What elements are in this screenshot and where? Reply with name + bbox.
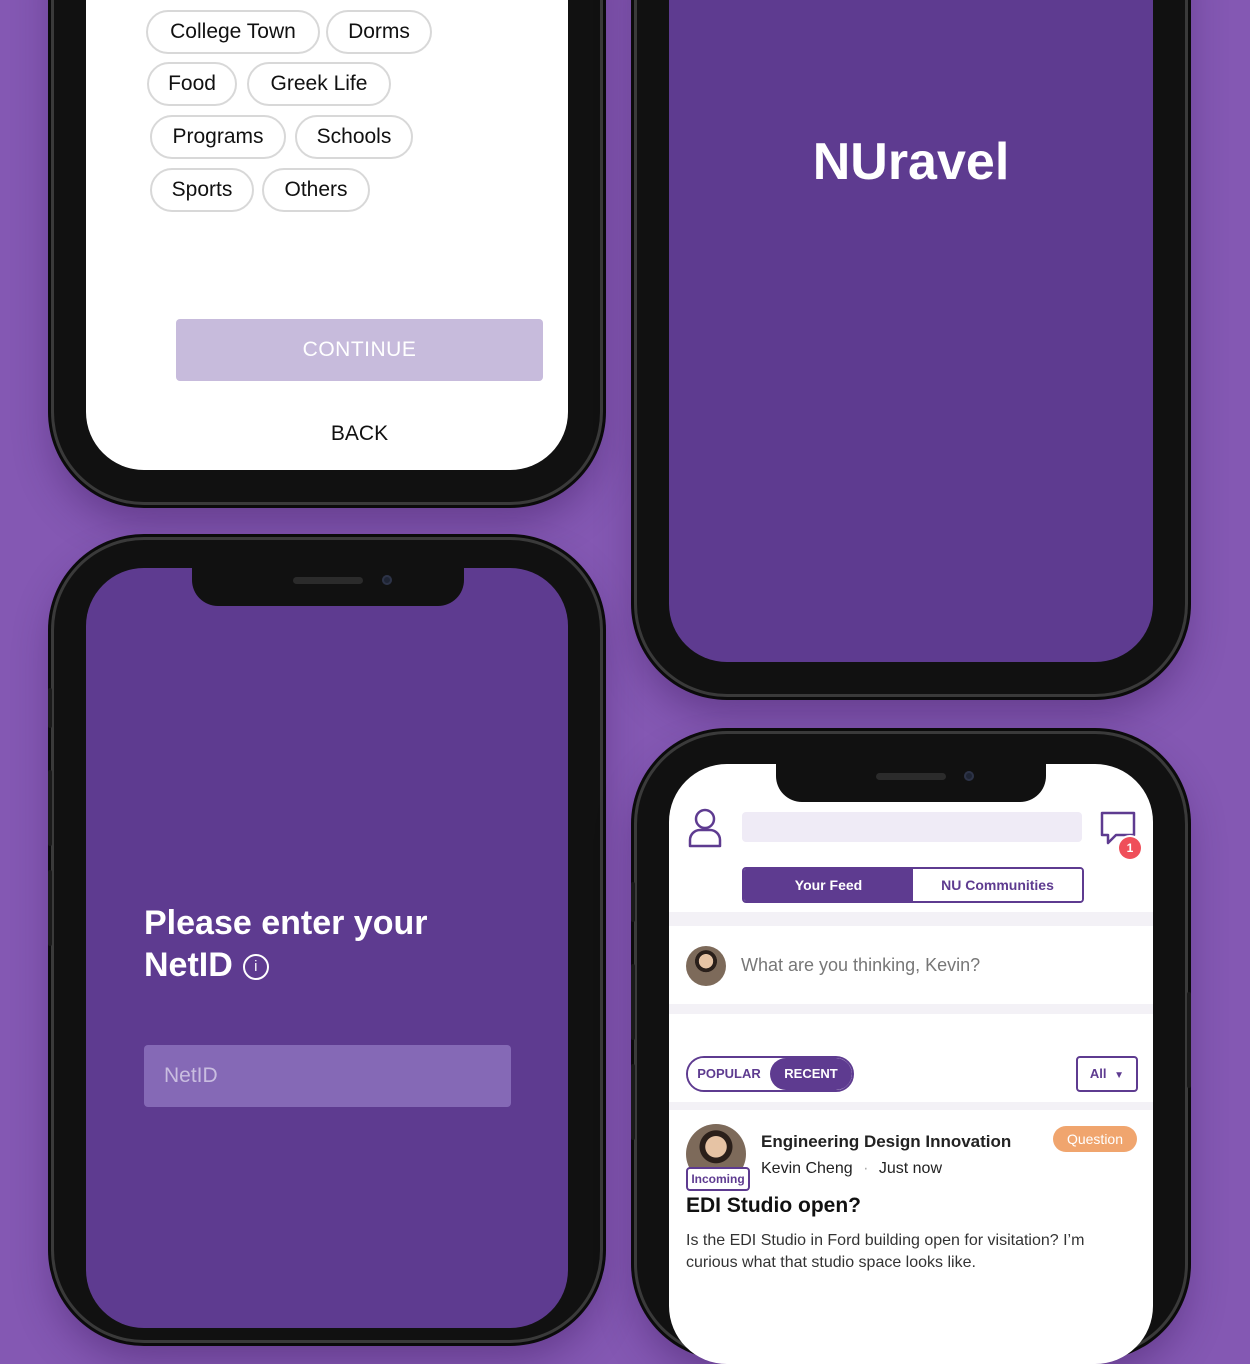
post-author[interactable]: Kevin Cheng [761, 1160, 853, 1177]
filter-dropdown[interactable]: All ▼ [1076, 1056, 1138, 1092]
silent-switch [48, 688, 52, 728]
feed-tabs: Your Feed NU Communities [742, 867, 1084, 903]
brand-logo-text: NUravel [812, 133, 1010, 191]
chip-college-town[interactable]: College Town [146, 10, 320, 54]
section-divider [669, 1102, 1153, 1110]
user-icon[interactable] [687, 808, 723, 848]
chip-food[interactable]: Food [147, 62, 237, 106]
post-time: Just now [878, 1160, 942, 1177]
volume-down-button [48, 870, 52, 946]
author-tag-badge: Incoming [686, 1167, 750, 1191]
chip-dorms[interactable]: Dorms [326, 10, 432, 54]
speaker-grille [293, 577, 363, 584]
volume-up-button [631, 964, 635, 1040]
front-camera [382, 575, 392, 585]
filter-value: All [1089, 1066, 1107, 1081]
chip-sports[interactable]: Sports [150, 168, 254, 212]
sort-recent[interactable]: RECENT [770, 1058, 852, 1090]
chevron-down-icon: ▼ [1114, 1070, 1125, 1081]
sort-popular[interactable]: POPULAR [688, 1058, 770, 1090]
netid-input[interactable]: NetID [144, 1045, 511, 1107]
front-camera [964, 771, 974, 781]
continue-button[interactable]: CONTINUE [176, 319, 543, 381]
search-bar[interactable] [742, 812, 1082, 842]
chip-others[interactable]: Others [262, 168, 370, 212]
avatar [686, 946, 726, 986]
chip-programs[interactable]: Programs [150, 115, 286, 159]
post-title[interactable]: EDI Studio open? [686, 1194, 861, 1218]
speaker-grille [876, 773, 946, 780]
post-community[interactable]: Engineering Design Innovation [761, 1132, 1011, 1152]
notification-badge: 1 [1119, 837, 1141, 859]
chip-greek-life[interactable]: Greek Life [247, 62, 391, 106]
interests-screen: College Town Dorms Food Greek Life Progr… [86, 0, 568, 470]
phone-feed: 1 Your Feed NU Communities What are you … [631, 734, 1191, 1364]
volume-up-button [48, 770, 52, 846]
tab-nu-communities[interactable]: NU Communities [913, 869, 1082, 901]
prompt-line-2: NetID [144, 946, 233, 984]
composer-input[interactable]: What are you thinking, Kevin? [741, 955, 980, 976]
back-button[interactable]: BACK [176, 422, 543, 446]
section-divider [669, 912, 1153, 926]
splash-screen: NUravel [669, 0, 1153, 662]
tab-your-feed[interactable]: Your Feed [744, 869, 913, 901]
phone-interests: College Town Dorms Food Greek Life Progr… [54, 0, 600, 502]
post-meta: Kevin Cheng · Just now [761, 1160, 942, 1178]
prompt-line-1: Please enter your [144, 904, 428, 942]
phone-notch [776, 764, 1046, 802]
power-button [1187, 992, 1191, 1088]
phone-notch [192, 568, 464, 606]
phone-login: Please enter your NetID i NetID [48, 540, 600, 1340]
info-icon[interactable]: i [242, 954, 269, 981]
question-badge: Question [1053, 1126, 1137, 1152]
feed-screen: 1 Your Feed NU Communities What are you … [669, 764, 1153, 1364]
silent-switch [631, 882, 635, 922]
sort-toggle: POPULAR RECENT [686, 1056, 854, 1092]
post-body: Is the EDI Studio in Ford building open … [686, 1232, 1085, 1271]
section-divider [669, 1004, 1153, 1014]
chip-schools[interactable]: Schools [295, 115, 413, 159]
login-screen: Please enter your NetID i NetID [86, 568, 568, 1328]
meta-separator: · [863, 1160, 869, 1177]
netid-prompt: Please enter your NetID i [144, 902, 427, 986]
volume-down-button [631, 1064, 635, 1140]
phone-splash: NUravel [637, 0, 1185, 694]
